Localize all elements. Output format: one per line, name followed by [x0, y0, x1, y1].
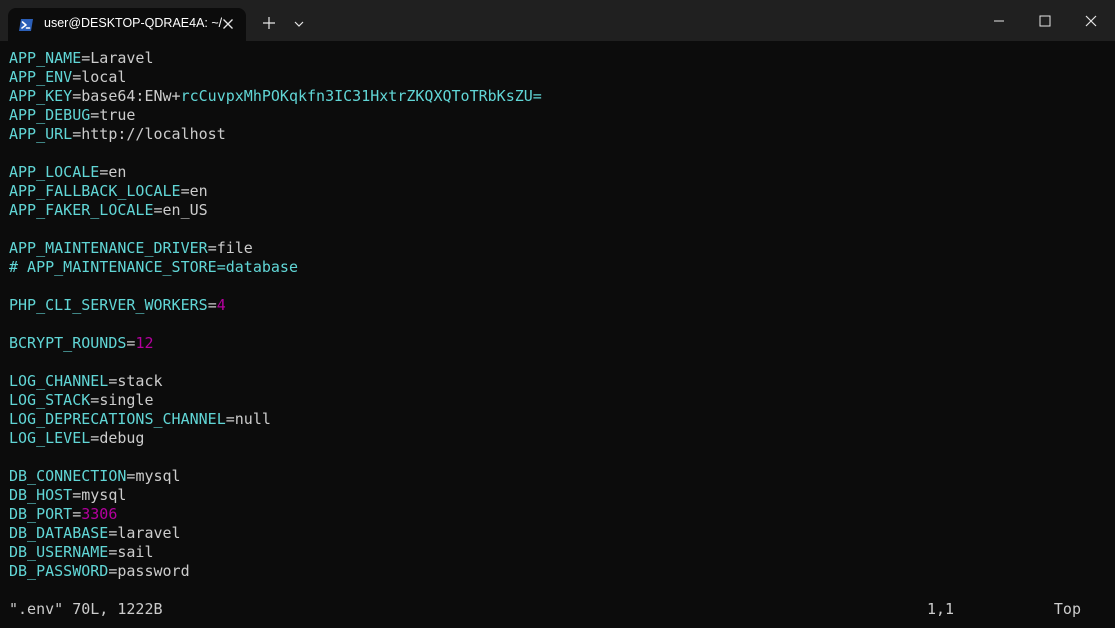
- env-line: DB_USERNAME=sail: [9, 543, 154, 561]
- env-line: DB_PASSWORD=password: [9, 562, 190, 580]
- env-line: APP_DEBUG=true: [9, 106, 136, 124]
- env-line: LOG_LEVEL=debug: [9, 429, 145, 447]
- env-key: DB_PORT: [9, 505, 73, 523]
- env-key: DB_USERNAME: [9, 543, 109, 561]
- env-key: APP_URL: [9, 125, 73, 143]
- env-key: APP_NAME: [9, 49, 82, 67]
- env-line: BCRYPT_ROUNDS=12: [9, 334, 154, 352]
- env-line: APP_ENV=local: [9, 68, 127, 86]
- env-value: Laravel: [90, 49, 154, 67]
- plus-icon[interactable]: [262, 16, 276, 30]
- env-line: DB_DATABASE=laravel: [9, 524, 181, 542]
- env-line: PHP_CLI_SERVER_WORKERS=4: [9, 296, 226, 314]
- env-key: DB_PASSWORD: [9, 562, 109, 580]
- title-bar: user@DESKTOP-QDRAE4A: ~/: [0, 0, 1115, 41]
- powershell-icon: [18, 17, 34, 33]
- env-line: DB_PORT=3306: [9, 505, 118, 523]
- env-key: LOG_DEPRECATIONS_CHANNEL: [9, 410, 226, 428]
- minimize-icon[interactable]: [992, 14, 1006, 28]
- env-value: laravel: [117, 524, 181, 542]
- env-key: APP_FAKER_LOCALE: [9, 201, 154, 219]
- env-key: APP_LOCALE: [9, 163, 100, 181]
- env-value: true: [99, 106, 136, 124]
- env-value: mysql: [81, 486, 127, 504]
- env-key: DB_HOST: [9, 486, 73, 504]
- env-key: LOG_CHANNEL: [9, 372, 109, 390]
- env-key: APP_FALLBACK_LOCALE: [9, 182, 181, 200]
- env-value-key-material: rcCuvpxMhPOKqkfn3IC31HxtrZKQXQToTRbKsZU=: [180, 87, 542, 105]
- close-tab-icon[interactable]: [220, 16, 236, 32]
- env-line: LOG_CHANNEL=stack: [9, 372, 163, 390]
- chevron-down-icon[interactable]: [293, 18, 305, 30]
- env-key: LOG_STACK: [9, 391, 91, 409]
- env-value: sail: [117, 543, 154, 561]
- tab-title: user@DESKTOP-QDRAE4A: ~/: [44, 16, 222, 30]
- status-cursor-position: 1,1: [927, 600, 955, 618]
- env-line: DB_HOST=mysql: [9, 486, 127, 504]
- env-value: stack: [117, 372, 163, 390]
- terminal-content[interactable]: APP_NAME=Laravel APP_ENV=local APP_KEY=b…: [9, 49, 1109, 581]
- close-icon[interactable]: [1083, 13, 1099, 29]
- env-line: APP_FAKER_LOCALE=en_US: [9, 201, 208, 219]
- env-comment: # APP_MAINTENANCE_STORE=database: [9, 258, 298, 276]
- status-scroll-position: Top: [1053, 600, 1081, 618]
- env-value: base64:ENw+: [81, 87, 181, 105]
- env-key: PHP_CLI_SERVER_WORKERS: [9, 296, 208, 314]
- env-line: APP_LOCALE=en: [9, 163, 127, 181]
- env-number: 3306: [81, 505, 118, 523]
- env-line: APP_FALLBACK_LOCALE=en: [9, 182, 208, 200]
- env-value: file: [216, 239, 253, 257]
- env-key: DB_CONNECTION: [9, 467, 127, 485]
- env-value: en: [189, 182, 208, 200]
- env-value: en: [108, 163, 127, 181]
- env-number: 4: [216, 296, 226, 314]
- env-value: password: [117, 562, 190, 580]
- env-value: http://localhost: [81, 125, 226, 143]
- status-file-info: ".env" 70L, 1222B: [9, 600, 163, 618]
- tab-ubuntu[interactable]: user@DESKTOP-QDRAE4A: ~/: [8, 8, 246, 41]
- env-line: DB_CONNECTION=mysql: [9, 467, 181, 485]
- terminal-window: user@DESKTOP-QDRAE4A: ~/ APP_NAME=Larave…: [0, 0, 1115, 628]
- env-number: 12: [135, 334, 154, 352]
- maximize-icon[interactable]: [1038, 14, 1052, 28]
- env-key: BCRYPT_ROUNDS: [9, 334, 127, 352]
- env-line: APP_NAME=Laravel: [9, 49, 154, 67]
- env-value: local: [81, 68, 127, 86]
- env-line: APP_URL=http://localhost: [9, 125, 226, 143]
- env-line: APP_KEY=base64:ENw+rcCuvpxMhPOKqkfn3IC31…: [9, 87, 542, 105]
- env-value: debug: [99, 429, 145, 447]
- env-key: APP_DEBUG: [9, 106, 91, 124]
- env-value: mysql: [135, 467, 181, 485]
- env-key: DB_DATABASE: [9, 524, 109, 542]
- env-line: LOG_DEPRECATIONS_CHANNEL=null: [9, 410, 271, 428]
- env-value: en_US: [162, 201, 208, 219]
- env-key: LOG_LEVEL: [9, 429, 91, 447]
- env-line: APP_MAINTENANCE_DRIVER=file: [9, 239, 253, 257]
- env-key: APP_KEY: [9, 87, 73, 105]
- env-line: LOG_STACK=single: [9, 391, 154, 409]
- vim-status-line: ".env" 70L, 1222B 1,1 Top: [9, 600, 1106, 619]
- env-key: APP_MAINTENANCE_DRIVER: [9, 239, 208, 257]
- env-key: APP_ENV: [9, 68, 73, 86]
- env-value: null: [234, 410, 271, 428]
- comment-line: # APP_MAINTENANCE_STORE=database: [9, 258, 1109, 277]
- env-value: single: [99, 391, 154, 409]
